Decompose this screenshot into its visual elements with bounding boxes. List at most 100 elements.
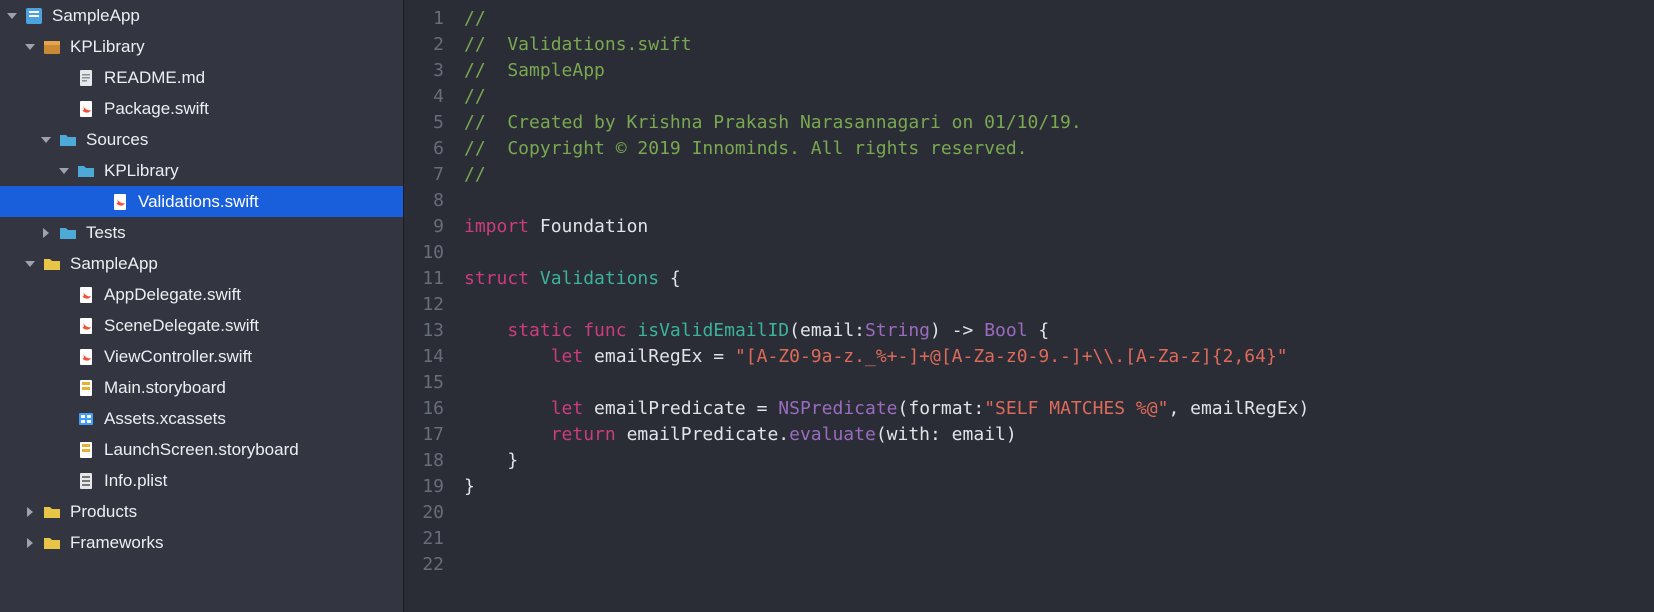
code-content: struct Validations { xyxy=(464,266,681,292)
code-line[interactable]: 21 xyxy=(404,526,1654,552)
code-line[interactable]: 7// xyxy=(404,162,1654,188)
code-editor[interactable]: 1//2// Validations.swift3// SampleApp4//… xyxy=(404,0,1654,612)
tree-item-sampleapp[interactable]: SampleApp xyxy=(0,0,403,31)
tree-item-viewcontroller-swift[interactable]: ViewController.swift xyxy=(0,341,403,372)
tree-item-label: ViewController.swift xyxy=(104,347,252,367)
tree-item-appdelegate-swift[interactable]: AppDelegate.swift xyxy=(0,279,403,310)
line-number: 21 xyxy=(404,526,464,552)
disclosure-right-icon[interactable] xyxy=(24,537,36,549)
line-number: 7 xyxy=(404,162,464,188)
code-content xyxy=(464,292,507,318)
code-content: let emailPredicate = NSPredicate(format:… xyxy=(464,396,1309,422)
code-line[interactable]: 22 xyxy=(404,552,1654,578)
code-line[interactable]: 3// SampleApp xyxy=(404,58,1654,84)
tree-item-main-storyboard[interactable]: Main.storyboard xyxy=(0,372,403,403)
code-line[interactable]: 5// Created by Krishna Prakash Narasanna… xyxy=(404,110,1654,136)
tree-item-info-plist[interactable]: Info.plist xyxy=(0,465,403,496)
folder-sky-icon xyxy=(58,223,78,243)
swift-icon xyxy=(76,347,96,367)
tree-item-label: Sources xyxy=(86,130,148,150)
tree-item-kplibrary[interactable]: KPLibrary xyxy=(0,155,403,186)
code-content: // xyxy=(464,6,486,32)
line-number: 13 xyxy=(404,318,464,344)
code-line[interactable]: 10 xyxy=(404,240,1654,266)
folder-yellow-icon xyxy=(42,254,62,274)
tree-item-assets-xcassets[interactable]: Assets.xcassets xyxy=(0,403,403,434)
line-number: 2 xyxy=(404,32,464,58)
tree-item-validations-swift[interactable]: Validations.swift xyxy=(0,186,403,217)
storyboard-icon xyxy=(76,378,96,398)
code-content: // Created by Krishna Prakash Narasannag… xyxy=(464,110,1082,136)
line-number: 4 xyxy=(404,84,464,110)
code-line[interactable]: 19} xyxy=(404,474,1654,500)
tree-item-label: SampleApp xyxy=(52,6,140,26)
line-number: 11 xyxy=(404,266,464,292)
code-content: static func isValidEmailID(email:String)… xyxy=(464,318,1049,344)
line-number: 20 xyxy=(404,500,464,526)
code-content: return emailPredicate.evaluate(with: ema… xyxy=(464,422,1017,448)
tree-item-package-swift[interactable]: Package.swift xyxy=(0,93,403,124)
code-line[interactable]: 15 xyxy=(404,370,1654,396)
code-content: import Foundation xyxy=(464,214,648,240)
code-line[interactable]: 13 static func isValidEmailID(email:Stri… xyxy=(404,318,1654,344)
tree-item-label: Frameworks xyxy=(70,533,164,553)
code-line[interactable]: 12 xyxy=(404,292,1654,318)
disclosure-right-icon[interactable] xyxy=(40,227,52,239)
tree-item-label: Info.plist xyxy=(104,471,167,491)
code-line[interactable]: 4// xyxy=(404,84,1654,110)
code-line[interactable]: 14 let emailRegEx = "[A-Z0-9a-z._%+-]+@[… xyxy=(404,344,1654,370)
tree-item-tests[interactable]: Tests xyxy=(0,217,403,248)
tree-item-kplibrary[interactable]: KPLibrary xyxy=(0,31,403,62)
disclosure-right-icon[interactable] xyxy=(24,506,36,518)
project-navigator[interactable]: SampleApp KPLibrary README.md Package.swift… xyxy=(0,0,404,612)
code-line[interactable]: 11struct Validations { xyxy=(404,266,1654,292)
tree-item-launchscreen-storyboard[interactable]: LaunchScreen.storyboard xyxy=(0,434,403,465)
tree-item-label: LaunchScreen.storyboard xyxy=(104,440,299,460)
line-number: 9 xyxy=(404,214,464,240)
code-line[interactable]: 18 } xyxy=(404,448,1654,474)
tree-item-label: SampleApp xyxy=(70,254,158,274)
code-line[interactable]: 20 xyxy=(404,500,1654,526)
code-line[interactable]: 16 let emailPredicate = NSPredicate(form… xyxy=(404,396,1654,422)
code-line[interactable]: 9import Foundation xyxy=(404,214,1654,240)
tree-item-label: KPLibrary xyxy=(104,161,179,181)
line-number: 3 xyxy=(404,58,464,84)
disclosure-down-icon[interactable] xyxy=(24,41,36,53)
tree-item-label: Assets.xcassets xyxy=(104,409,226,429)
line-number: 10 xyxy=(404,240,464,266)
tree-item-frameworks[interactable]: Frameworks xyxy=(0,527,403,558)
code-content: // SampleApp xyxy=(464,58,605,84)
xcodeproj-icon xyxy=(24,6,44,26)
code-line[interactable]: 1// xyxy=(404,6,1654,32)
code-line[interactable]: 6// Copyright © 2019 Innominds. All righ… xyxy=(404,136,1654,162)
tree-item-label: AppDelegate.swift xyxy=(104,285,241,305)
tree-item-sampleapp[interactable]: SampleApp xyxy=(0,248,403,279)
doc-icon xyxy=(76,68,96,88)
code-content: // xyxy=(464,84,486,110)
assets-icon xyxy=(76,409,96,429)
disclosure-down-icon[interactable] xyxy=(58,165,70,177)
tree-item-products[interactable]: Products xyxy=(0,496,403,527)
tree-item-scenedelegate-swift[interactable]: SceneDelegate.swift xyxy=(0,310,403,341)
code-line[interactable]: 17 return emailPredicate.evaluate(with: … xyxy=(404,422,1654,448)
tree-item-readme-md[interactable]: README.md xyxy=(0,62,403,93)
code-content: } xyxy=(464,448,518,474)
tree-item-sources[interactable]: Sources xyxy=(0,124,403,155)
line-number: 18 xyxy=(404,448,464,474)
disclosure-down-icon[interactable] xyxy=(6,10,18,22)
code-content: // Validations.swift xyxy=(464,32,692,58)
disclosure-down-icon[interactable] xyxy=(24,258,36,270)
disclosure-down-icon[interactable] xyxy=(40,134,52,146)
line-number: 6 xyxy=(404,136,464,162)
folder-sky-icon xyxy=(76,161,96,181)
tree-item-label: README.md xyxy=(104,68,205,88)
code-line[interactable]: 8 xyxy=(404,188,1654,214)
line-number: 19 xyxy=(404,474,464,500)
code-line[interactable]: 2// Validations.swift xyxy=(404,32,1654,58)
folder-yellow-icon xyxy=(42,533,62,553)
code-content: // Copyright © 2019 Innominds. All right… xyxy=(464,136,1028,162)
swift-icon xyxy=(110,192,130,212)
tree-item-label: SceneDelegate.swift xyxy=(104,316,259,336)
tree-item-label: Tests xyxy=(86,223,126,243)
line-number: 16 xyxy=(404,396,464,422)
